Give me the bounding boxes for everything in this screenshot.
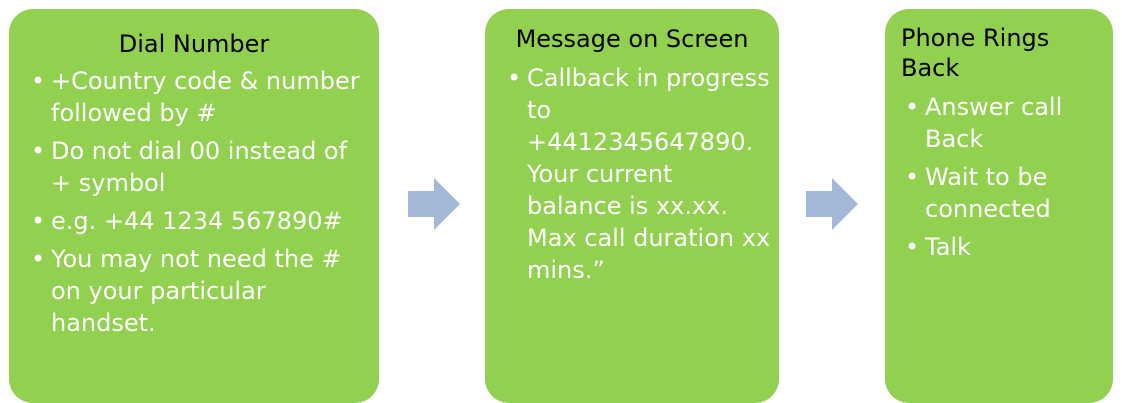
step-bullet: +Country code & number followed by # [31, 65, 369, 129]
step-bullet: Do not dial 00 instead of + symbol [31, 135, 369, 199]
step-bullet: Answer call Back [905, 91, 1107, 155]
step-bullet: You may not need the # on your particula… [31, 243, 369, 339]
right-arrow-icon [806, 178, 858, 230]
step-box-dial-number: Dial Number +Country code & number follo… [9, 9, 379, 403]
step-box-message-on-screen: Message on Screen Callback in progress t… [485, 9, 779, 403]
step-bullet: Wait to be connected [905, 161, 1107, 225]
step-bullet: e.g. +44 1234 567890# [31, 205, 369, 237]
step-box-phone-rings-back: Phone Rings Back Answer call Back Wait t… [885, 9, 1113, 403]
step-title: Phone Rings Back [901, 24, 1050, 82]
step-title: Dial Number [118, 30, 270, 58]
step-bullet-list: Callback in progress to +4412345647890. … [485, 62, 779, 286]
step-bullet: Callback in progress to +4412345647890. … [507, 62, 773, 286]
right-arrow-icon [408, 178, 460, 230]
step-bullet: Talk [905, 231, 1107, 263]
step-bullet-list: +Country code & number followed by # Do … [9, 65, 379, 339]
step-title: Message on Screen [515, 25, 749, 53]
step-bullet-list: Answer call Back Wait to be connected Ta… [885, 91, 1113, 263]
